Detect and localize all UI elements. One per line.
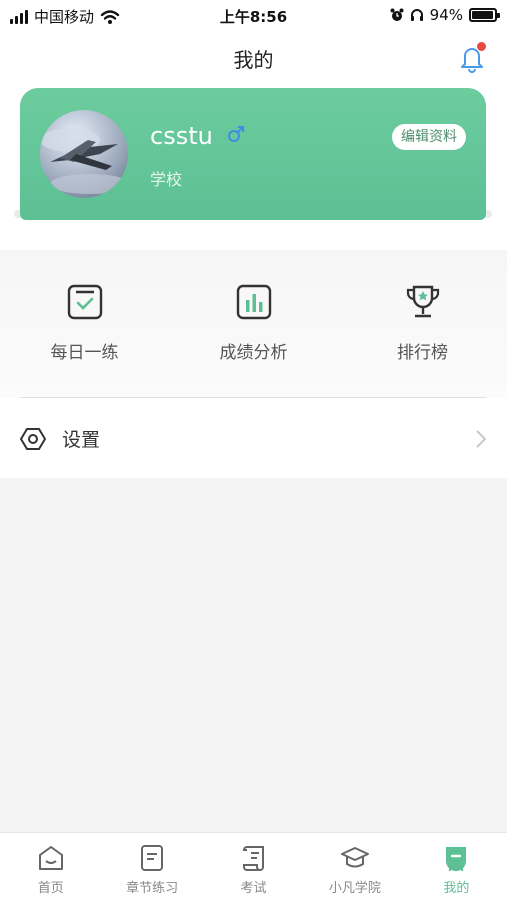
tab-home[interactable]: 首页 xyxy=(0,833,101,900)
leaderboard-button[interactable]: 排行榜 xyxy=(338,250,507,398)
profile-card: csstu 学校 编辑资料 xyxy=(20,88,486,220)
trophy-icon xyxy=(406,285,439,318)
tab-mine[interactable]: 我的 xyxy=(406,833,507,900)
tab-home-label: 首页 xyxy=(37,881,64,896)
home-icon xyxy=(38,846,63,870)
username: csstu xyxy=(150,122,213,150)
battery-percent: 94% xyxy=(429,6,463,24)
bar-chart-icon xyxy=(236,284,271,320)
score-analysis-button[interactable]: 成绩分析 xyxy=(169,250,338,398)
tab-chapter-label: 章节练习 xyxy=(126,881,179,896)
chevron-right-icon xyxy=(476,430,487,448)
profile-icon xyxy=(446,847,467,871)
status-right: 94% xyxy=(390,6,500,24)
settings-label: 设置 xyxy=(62,429,101,451)
tab-exam[interactable]: 考试 xyxy=(203,833,304,900)
avatar-image xyxy=(40,128,128,194)
exam-scroll-icon xyxy=(242,846,264,871)
notification-button[interactable] xyxy=(457,42,487,74)
status-bar: 中国移动 上午8:56 94% xyxy=(0,0,507,32)
daily-practice-label: 每日一练 xyxy=(50,343,119,363)
tab-academy[interactable]: 小凡学院 xyxy=(304,833,405,900)
chapter-icon xyxy=(141,845,164,871)
hexagon-settings-icon xyxy=(20,428,46,450)
headphones-icon xyxy=(410,9,423,21)
notification-dot xyxy=(477,42,486,51)
battery-icon xyxy=(469,8,500,22)
tab-mine-label: 我的 xyxy=(443,881,470,896)
tab-academy-label: 小凡学院 xyxy=(328,881,381,896)
daily-practice-button[interactable]: 每日一练 xyxy=(0,250,169,398)
tab-exam-label: 考试 xyxy=(240,881,267,896)
leaderboard-label: 排行榜 xyxy=(397,343,448,363)
settings-row[interactable]: 设置 xyxy=(0,398,507,478)
tab-chapter-practice[interactable]: 章节练习 xyxy=(101,833,202,900)
bottom-tabbar: 首页 章节练习 考试 小凡学院 我的 xyxy=(0,832,507,900)
nav-header: 我的 xyxy=(0,32,507,84)
quick-actions: 每日一练 成绩分析 排行榜 xyxy=(0,250,507,398)
graduation-cap-icon xyxy=(340,847,369,868)
page-title: 我的 xyxy=(233,48,274,72)
profile-section: csstu 学校 编辑资料 xyxy=(0,84,507,250)
score-analysis-label: 成绩分析 xyxy=(219,343,288,363)
edit-profile-button[interactable]: 编辑资料 xyxy=(392,124,466,150)
alarm-icon xyxy=(390,8,404,21)
male-icon xyxy=(228,126,244,142)
school-label: 学校 xyxy=(150,170,183,189)
avatar[interactable] xyxy=(40,110,128,198)
daily-practice-icon xyxy=(67,284,102,320)
